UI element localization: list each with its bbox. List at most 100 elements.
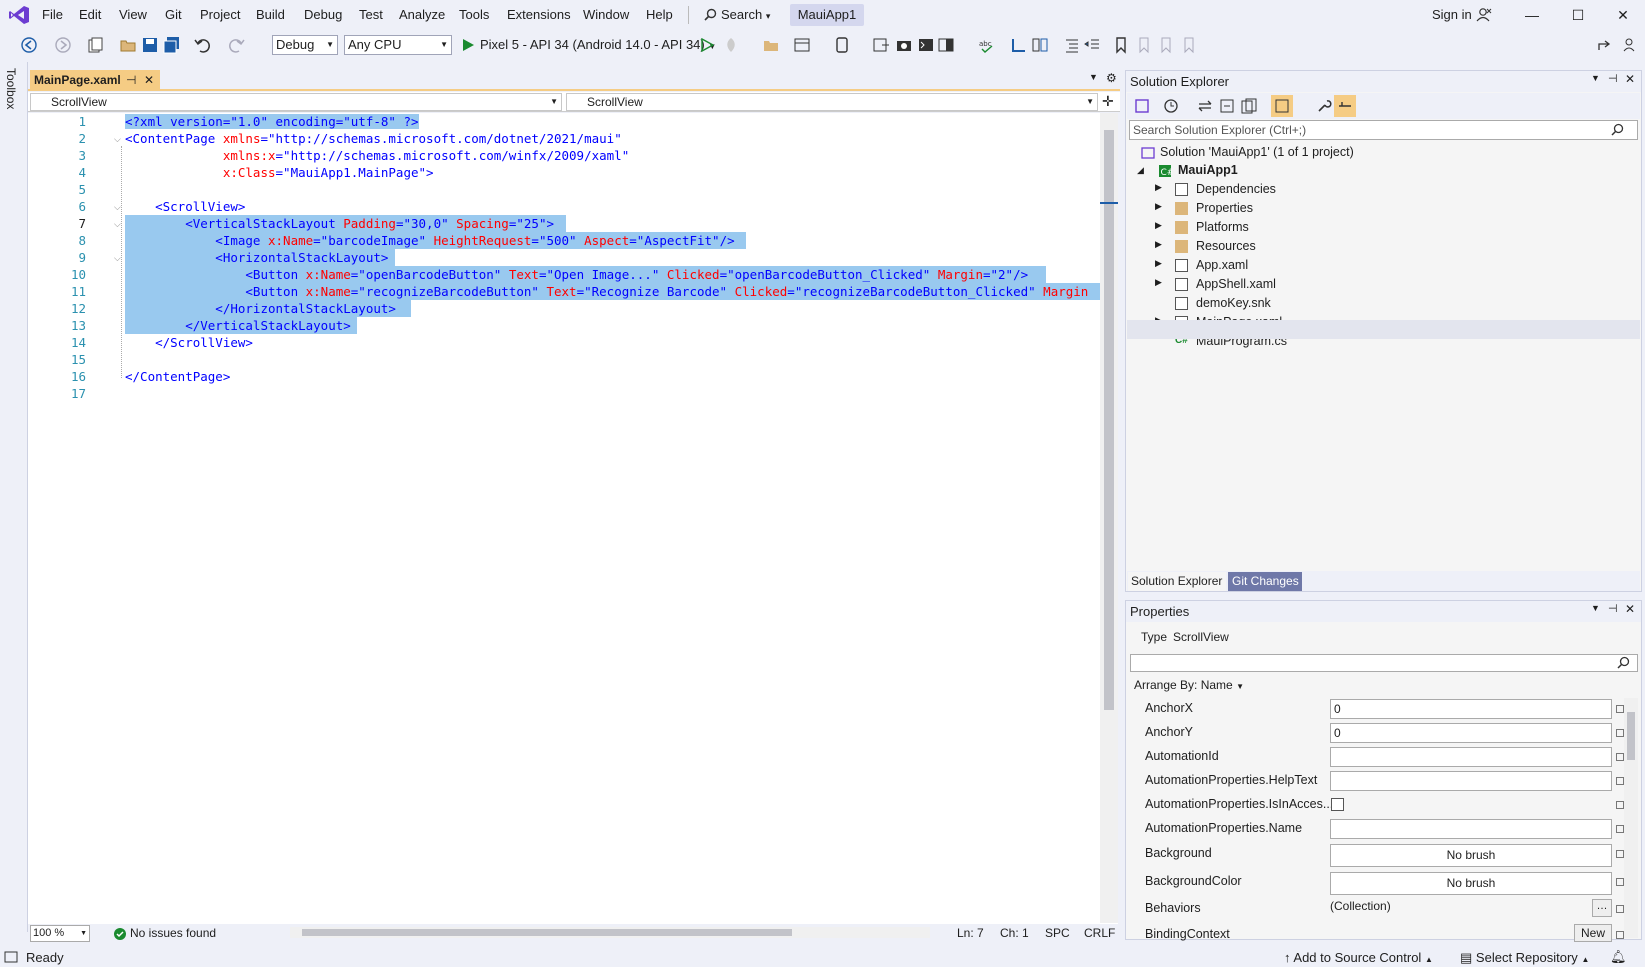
account-icon[interactable] [1476, 7, 1492, 23]
code-line-2[interactable]: <ContentPage xmlns="http://schemas.micro… [125, 130, 622, 147]
code-line-9[interactable]: <HorizontalStackLayout> [125, 249, 395, 266]
code-line-10[interactable]: <Button x:Name="openBarcodeButton" Text=… [125, 266, 1046, 283]
property-marker-icon[interactable] [1616, 729, 1624, 737]
tree-item[interactable]: AppShell.xaml [1196, 275, 1276, 294]
search-icon[interactable] [1617, 656, 1630, 669]
property-marker-icon[interactable] [1616, 705, 1624, 713]
search-icon[interactable] [1611, 123, 1624, 136]
expand-arrow-icon[interactable]: ▶ [1155, 258, 1162, 269]
expanded-arrow-icon[interactable]: ◢ [1137, 165, 1144, 176]
fold-collapse-icon[interactable]: ⌵ [114, 134, 124, 145]
collection-editor-button[interactable]: … [1592, 899, 1612, 917]
expand-arrow-icon[interactable]: ▶ [1155, 239, 1162, 250]
navigate-forward-icon[interactable] [54, 36, 72, 54]
navigate-back-icon[interactable] [20, 36, 38, 54]
close-window-button[interactable]: ✕ [1606, 2, 1640, 28]
expand-arrow-icon[interactable]: ▶ [1155, 277, 1162, 288]
code-line-1[interactable]: <?xml version="1.0" encoding="utf-8" ?> [125, 113, 419, 130]
code-line-3[interactable]: xmlns:x="http://schemas.microsoft.com/wi… [125, 147, 629, 164]
undo-icon[interactable] [193, 36, 211, 54]
horizontal-scrollbar-thumb[interactable] [302, 929, 792, 936]
tree-item[interactable]: Platforms [1196, 218, 1249, 237]
redo-icon[interactable] [228, 36, 246, 54]
property-value-field[interactable]: 0 [1330, 699, 1612, 719]
format-icon[interactable] [1063, 36, 1081, 54]
property-value-field[interactable] [1330, 747, 1612, 767]
property-marker-icon[interactable] [1616, 878, 1624, 886]
tree-item[interactable]: Properties [1196, 199, 1253, 218]
bookmark-clear-icon[interactable] [1180, 36, 1198, 54]
sign-in-button[interactable]: Sign in [1432, 7, 1472, 22]
property-value-field[interactable]: No brush [1330, 844, 1612, 867]
window-layout-icon[interactable] [937, 36, 955, 54]
arrange-by-dropdown[interactable]: Arrange By: Name ▼ [1134, 678, 1244, 692]
preview-selected-button[interactable] [1271, 95, 1293, 117]
switch-views-icon[interactable] [1133, 97, 1151, 115]
device-manager-icon[interactable] [833, 36, 851, 54]
feedback-icon[interactable] [1622, 36, 1640, 54]
spell-check-icon[interactable]: abc [978, 36, 996, 54]
scope-dropdown[interactable]: ScrollView ▼ [30, 93, 562, 111]
close-icon[interactable]: ✕ [1625, 72, 1635, 86]
property-value-field[interactable] [1330, 771, 1612, 791]
history-icon[interactable] [1162, 97, 1180, 115]
property-marker-icon[interactable] [1616, 801, 1624, 809]
open-file-icon[interactable] [119, 36, 137, 54]
solution-search-input[interactable]: Search Solution Explorer (Ctrl+;) [1129, 120, 1638, 140]
run-target-button[interactable]: Pixel 5 - API 34 (Android 14.0 - API 34)… [480, 37, 716, 52]
maximize-button[interactable]: ☐ [1561, 2, 1595, 28]
property-marker-icon[interactable] [1616, 905, 1624, 913]
menu-view[interactable]: View [119, 0, 147, 30]
panel-menu-icon[interactable]: ▼ [1591, 73, 1600, 83]
show-all-files-icon[interactable] [1240, 97, 1258, 115]
notifications-icon[interactable]: 🔔︎ [1610, 949, 1627, 965]
code-line-11[interactable]: <Button x:Name="recognizeBarcodeButton" … [125, 283, 1100, 300]
menu-debug[interactable]: Debug [304, 0, 342, 30]
configuration-combo[interactable]: Debug ▼ [272, 35, 338, 55]
properties-scrollbar[interactable] [1624, 698, 1638, 938]
code-line-7[interactable]: <VerticalStackLayout Padding="30,0" Spac… [125, 215, 566, 232]
property-marker-icon[interactable] [1616, 825, 1624, 833]
property-marker-icon[interactable] [1616, 777, 1624, 785]
tree-item[interactable]: Resources [1196, 237, 1256, 256]
fold-collapse-icon[interactable]: ⌵ [114, 202, 124, 213]
outdent-icon[interactable] [1083, 36, 1101, 54]
whitespace-indicator[interactable]: SPC [1045, 926, 1070, 940]
pin-icon[interactable]: ⊣ [126, 70, 136, 91]
menu-tools[interactable]: Tools [459, 0, 489, 30]
new-project-icon[interactable] [86, 36, 104, 54]
search-icon[interactable] [704, 8, 717, 21]
bookmark-prev-icon[interactable] [1135, 36, 1153, 54]
tree-item[interactable]: Dependencies [1196, 180, 1276, 199]
collapse-all-icon[interactable] [1218, 97, 1236, 115]
property-value-field[interactable] [1330, 819, 1612, 839]
properties-toggle-button[interactable] [1334, 95, 1356, 117]
save-icon[interactable] [141, 36, 159, 54]
toolbox-tab[interactable]: Toolbox [4, 68, 18, 109]
compare-icon[interactable] [1031, 36, 1049, 54]
step-icon[interactable] [872, 36, 890, 54]
pin-icon[interactable]: ⊣ [1608, 602, 1618, 615]
fold-collapse-icon[interactable]: ⌵ [114, 219, 124, 230]
project-node[interactable]: MauiApp1 [1178, 161, 1238, 180]
code-line-14[interactable]: </ScrollView> [125, 334, 253, 351]
terminal-icon[interactable] [917, 36, 935, 54]
tree-item[interactable]: demoKey.snk [1196, 294, 1271, 313]
attach-icon[interactable] [1010, 36, 1028, 54]
panel-menu-icon[interactable]: ▼ [1591, 603, 1600, 613]
menu-help[interactable]: Help [646, 0, 673, 30]
split-icon[interactable]: ✛ [1102, 93, 1114, 110]
tab-solution-explorer[interactable]: Solution Explorer [1128, 572, 1226, 591]
select-repository-button[interactable]: ▤ Select Repository ▲ [1460, 950, 1589, 966]
code-line-12[interactable]: </HorizontalStackLayout> [125, 300, 411, 317]
tab-dropdown-icon[interactable]: ▼ [1089, 72, 1098, 82]
property-checkbox[interactable] [1331, 798, 1344, 811]
add-to-source-control-button[interactable]: ↑ Add to Source Control ▲ [1284, 950, 1433, 965]
close-icon[interactable]: ✕ [1625, 602, 1635, 616]
bookmark-icon[interactable] [1112, 36, 1130, 54]
save-all-icon[interactable] [163, 36, 181, 54]
properties-scrollbar-thumb[interactable] [1627, 712, 1635, 760]
code-line-4[interactable]: x:Class="MauiApp1.MainPage"> [125, 164, 434, 181]
search-button[interactable]: Search ▾ [721, 7, 770, 22]
menu-test[interactable]: Test [359, 0, 383, 30]
